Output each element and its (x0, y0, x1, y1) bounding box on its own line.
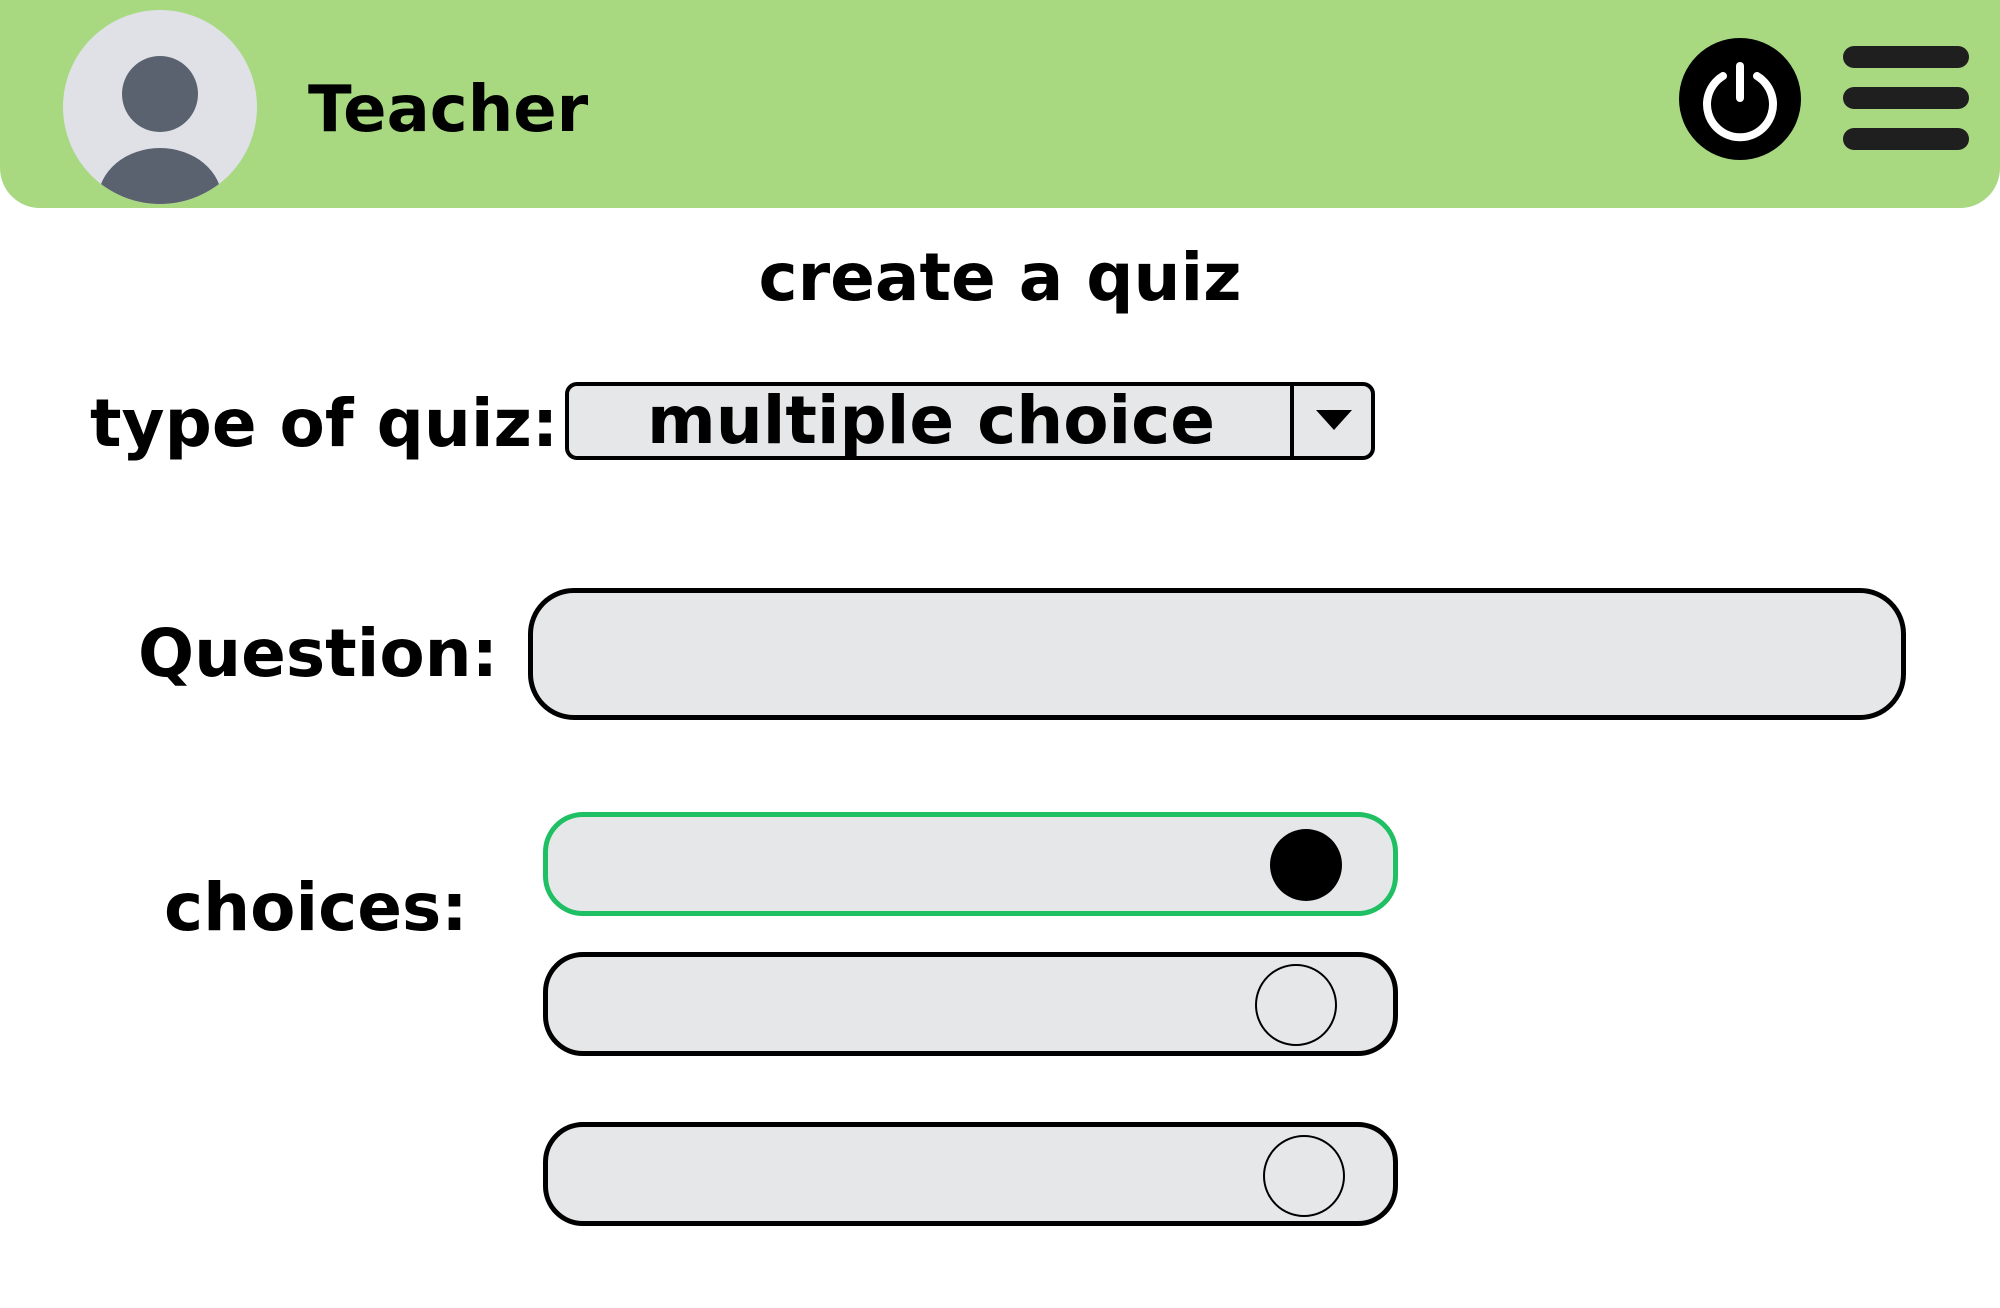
choices-label: choices: (164, 869, 468, 946)
user-role-label: Teacher (308, 73, 589, 147)
quiz-type-selected-value: multiple choice (646, 382, 1216, 459)
quiz-type-label: type of quiz: (90, 385, 559, 462)
question-label: Question: (138, 615, 499, 692)
app-header: Teacher (0, 0, 2000, 208)
choice-radio-2[interactable] (1255, 964, 1337, 1046)
hamburger-menu-button[interactable] (1843, 46, 1969, 150)
question-input[interactable] (528, 588, 1906, 720)
menu-bar-middle (1843, 87, 1969, 109)
menu-bar-bottom (1843, 128, 1969, 150)
user-avatar-icon[interactable] (63, 10, 257, 204)
quiz-type-select[interactable]: multiple choice (565, 382, 1375, 460)
choice-radio-3[interactable] (1263, 1135, 1345, 1217)
choice-radio-1-selected[interactable] (1270, 829, 1342, 901)
page-title: create a quiz (758, 239, 1242, 316)
hamburger-menu-icon (1843, 46, 1969, 68)
power-icon (1679, 38, 1801, 160)
power-button[interactable] (1679, 38, 1801, 160)
select-divider (1290, 386, 1294, 456)
chevron-down-icon[interactable] (1314, 406, 1354, 436)
